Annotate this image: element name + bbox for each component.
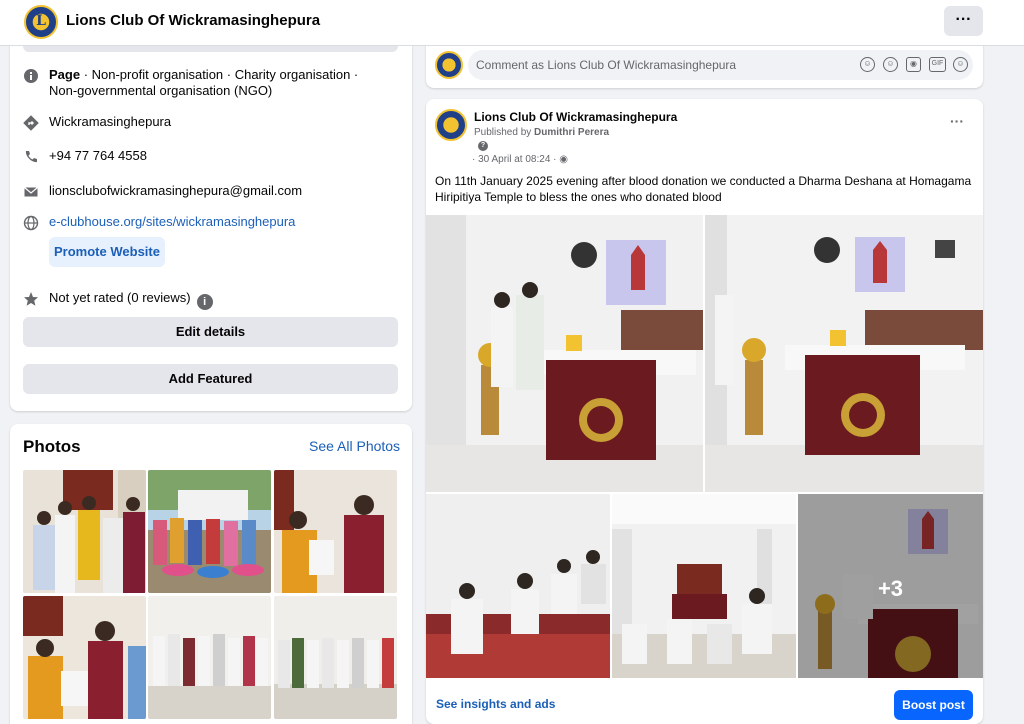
avatar-sticker-icon[interactable]: ☺	[860, 57, 875, 72]
envelope-icon	[22, 184, 40, 202]
top-bar: Lions Club Of Wickramasinghepura ···	[0, 0, 1024, 46]
comment-placeholder: Comment as Lions Club Of Wickramasinghep…	[476, 58, 737, 72]
page-title[interactable]: Lions Club Of Wickramasinghepura	[66, 12, 320, 29]
published-by-name[interactable]: Dumithri Perera	[534, 127, 609, 138]
info-icon	[22, 68, 40, 86]
intro-card: Page · Non-profit organisation · Charity…	[10, 36, 412, 411]
question-icon[interactable]: ?	[478, 141, 488, 151]
page-logo[interactable]	[24, 5, 58, 39]
globe-icon	[22, 215, 40, 233]
post-text: On 11th January 2025 evening after blood…	[435, 174, 972, 204]
gif-icon[interactable]: GIF	[929, 57, 946, 72]
post-photo[interactable]	[705, 215, 983, 492]
globe-icon: ◉	[559, 154, 569, 165]
add-featured-button[interactable]: Add Featured	[23, 364, 398, 394]
photos-card: Photos See All Photos	[10, 424, 412, 724]
published-by-prefix: Published by	[474, 127, 535, 138]
published-by: Published by Dumithri Perera	[474, 127, 609, 138]
photo-thumbnail[interactable]	[23, 596, 146, 719]
post-photo[interactable]	[426, 215, 703, 492]
boost-post-button[interactable]: Boost post	[894, 690, 973, 720]
phone-text[interactable]: +94 77 764 4558	[49, 148, 389, 164]
camera-icon[interactable]: ◉	[906, 57, 921, 72]
post-author-avatar[interactable]	[435, 109, 467, 141]
photo-thumbnail[interactable]	[148, 470, 271, 593]
post-photo[interactable]	[426, 494, 610, 678]
emoji-icon[interactable]: ☺	[883, 57, 898, 72]
photos-title: Photos	[23, 437, 81, 456]
edit-details-button[interactable]: Edit details	[23, 317, 398, 347]
post-date-text[interactable]: · 30 April at 08:24 ·	[472, 154, 557, 165]
post-timestamp[interactable]: · 30 April at 08:24 · ◉	[472, 154, 568, 165]
photo-thumbnail[interactable]	[148, 596, 271, 719]
email-text[interactable]: lionsclubofwickramasinghepura@gmail.com	[49, 183, 389, 199]
category-prefix: Page	[49, 67, 81, 82]
comment-input[interactable]: Comment as Lions Club Of Wickramasinghep…	[468, 50, 973, 80]
photo-thumbnail[interactable]	[23, 470, 146, 593]
post-photo-more[interactable]: +3	[798, 494, 983, 678]
more-photos-count[interactable]: +3	[798, 494, 983, 678]
star-icon	[22, 291, 40, 309]
category-text: · Non-profit organisation · Charity orga…	[49, 67, 359, 98]
sticker-icon[interactable]: ☺	[953, 57, 968, 72]
directions-icon	[22, 115, 40, 133]
post-photo[interactable]	[612, 494, 796, 678]
more-options-button[interactable]: ···	[944, 6, 983, 36]
promote-website-button[interactable]: Promote Website	[49, 237, 165, 267]
rating-text: Not yet rated (0 reviews)	[49, 290, 191, 305]
photo-thumbnail[interactable]	[274, 470, 397, 593]
see-insights-link[interactable]: See insights and ads	[436, 697, 555, 711]
see-all-photos-link[interactable]: See All Photos	[309, 438, 400, 454]
post-menu-button[interactable]: ···	[950, 113, 964, 129]
photo-thumbnail[interactable]	[274, 596, 397, 719]
location-text[interactable]: Wickramasinghepura	[49, 114, 389, 130]
post-card: Lions Club Of Wickramasinghepura Publish…	[426, 99, 983, 724]
phone-icon	[22, 149, 40, 167]
post-author-name[interactable]: Lions Club Of Wickramasinghepura	[474, 110, 677, 124]
rating-info-icon[interactable]: i	[196, 294, 213, 310]
comment-avatar[interactable]	[435, 51, 463, 79]
website-link[interactable]: e-clubhouse.org/sites/wickramasinghepura	[49, 214, 389, 230]
